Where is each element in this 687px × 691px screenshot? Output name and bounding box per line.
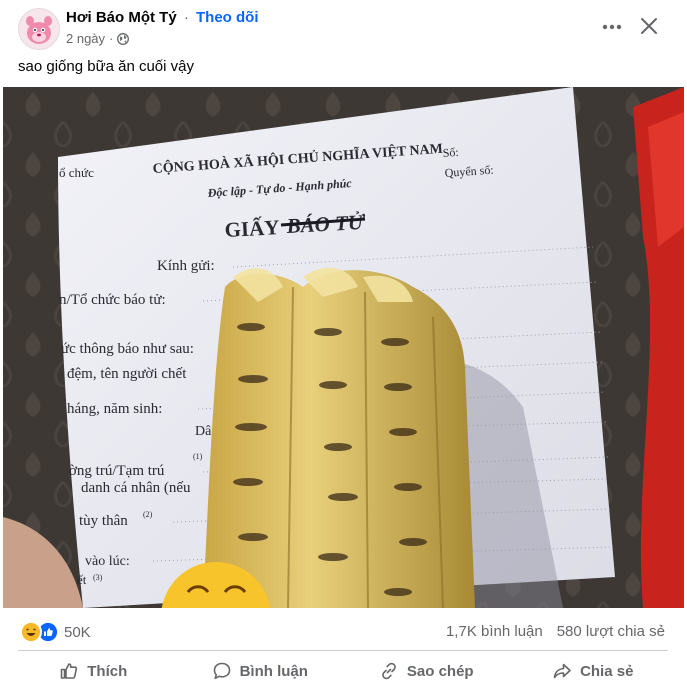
meta-dot: · xyxy=(109,31,114,46)
share-label: Chia sẻ xyxy=(580,662,634,680)
more-options-icon[interactable] xyxy=(599,14,625,40)
share-button[interactable]: Chia sẻ xyxy=(510,652,677,690)
post-header: Hơi Báo Một Tý · Theo dõi 2 ngày · xyxy=(0,0,687,56)
comment-bubble-icon xyxy=(213,662,230,680)
copy-button[interactable]: Sao chép xyxy=(343,652,510,690)
corn-on-death-certificate-image: ổ chức CỘNG HOÀ XÃ HỘI CHỦ NGHĨA VIỆT NA… xyxy=(3,87,684,608)
copy-label: Sao chép xyxy=(406,662,474,680)
post-stats: 50K 1,7K bình luận 580 lượt chia sẻ xyxy=(0,610,687,650)
paper-line7: danh cá nhân (nếu xyxy=(81,480,191,496)
page-avatar[interactable] xyxy=(18,8,60,50)
paper-line10: ết xyxy=(77,572,87,587)
paper-title-giay: GIẤY xyxy=(224,215,280,242)
paper-left-header: ổ chức xyxy=(59,165,94,180)
paper-line2: ức thông báo như sau: xyxy=(61,341,194,357)
post-actions: Thích Bình luận Sao chép Chia sẻ xyxy=(10,652,676,690)
paper-line6: ờng trú/Tạm trú xyxy=(69,463,165,479)
paper-so: Số: xyxy=(442,145,459,160)
post-photo[interactable]: ổ chức CỘNG HOÀ XÃ HỘI CHỦ NGHĨA VIỆT NA… xyxy=(3,87,684,608)
post-time[interactable]: 2 ngày xyxy=(66,31,105,46)
reactions-count: 50K xyxy=(64,623,91,641)
post-meta: 2 ngày · xyxy=(66,31,130,46)
copy-icon xyxy=(382,662,396,680)
paper-line8: tùy thân xyxy=(79,513,128,529)
engagement-stats: 1,7K bình luận 580 lượt chia sẻ xyxy=(446,623,665,640)
paper-line10-sup: (3) xyxy=(93,573,103,582)
paper-line9: vào lúc: xyxy=(85,554,130,569)
grilled-corn xyxy=(203,267,475,608)
post-author-line: Hơi Báo Một Tý · Theo dõi xyxy=(66,9,259,26)
paper-line6-sup: (1) xyxy=(193,452,203,461)
pink-panther-avatar xyxy=(19,9,59,49)
comments-count[interactable]: 1,7K bình luận xyxy=(446,623,543,640)
comment-label: Bình luận xyxy=(239,662,308,680)
paper-line8-sup: (2) xyxy=(143,510,153,519)
globe-icon[interactable] xyxy=(117,32,130,45)
paper-kinh-gui: Kính gửi: xyxy=(157,258,215,274)
like-button[interactable]: Thích xyxy=(10,652,177,690)
close-icon[interactable] xyxy=(636,13,662,39)
reactions-summary[interactable]: 50K xyxy=(20,621,91,643)
paper-line3: đệm, tên người chết xyxy=(67,366,187,382)
thumb-up-icon xyxy=(60,663,78,679)
separator-dot: · xyxy=(183,9,189,26)
share-icon xyxy=(553,663,571,679)
actions-divider xyxy=(18,650,668,651)
post-caption: sao giống bữa ăn cuối vậy xyxy=(18,58,194,75)
haha-icon xyxy=(20,621,42,643)
paper-line1: n/Tổ chức báo tử: xyxy=(59,292,166,308)
author-name[interactable]: Hơi Báo Một Tý xyxy=(66,9,177,26)
paper-line4: háng, năm sinh: xyxy=(67,401,162,417)
follow-button[interactable]: Theo dõi xyxy=(196,9,259,26)
like-label: Thích xyxy=(87,662,128,680)
shares-count[interactable]: 580 lượt chia sẻ xyxy=(557,623,665,640)
facebook-post: Hơi Báo Một Tý · Theo dõi 2 ngày · sao g… xyxy=(0,0,687,691)
comment-button[interactable]: Bình luận xyxy=(177,652,344,690)
